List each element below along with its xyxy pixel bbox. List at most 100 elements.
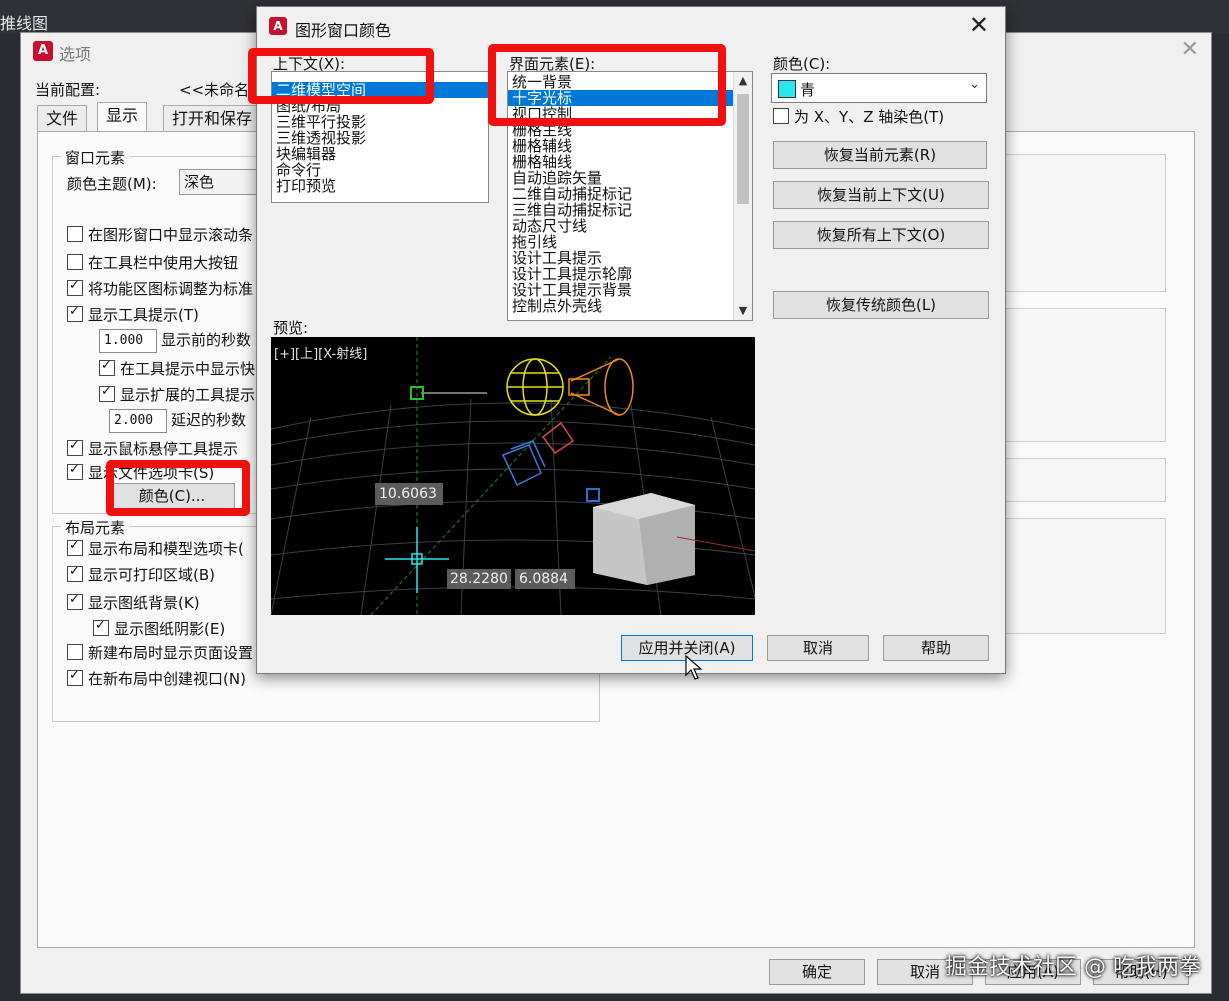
- background-window-title: 推线图: [0, 14, 49, 33]
- checkbox-label: 显示扩展的工具提示: [120, 385, 256, 404]
- crosshair-cursor: [385, 527, 449, 593]
- checkbox-row[interactable]: 在工具提示中显示快: [99, 357, 255, 379]
- checkbox[interactable]: [99, 384, 115, 402]
- checkbox[interactable]: [67, 538, 83, 556]
- checkbox[interactable]: [67, 592, 83, 610]
- checkbox[interactable]: [67, 644, 83, 660]
- viewport-label: [+][上][X-射线]: [274, 347, 368, 362]
- checkbox-row[interactable]: 将功能区图标调整为标准: [67, 277, 253, 299]
- checkbox-label: 显示图纸阴影(E): [114, 619, 226, 638]
- restore-classic-button[interactable]: 恢复传统颜色(L): [773, 291, 989, 319]
- element-list-item[interactable]: 拖引线: [508, 234, 734, 250]
- checkbox[interactable]: [99, 358, 115, 376]
- restore-element-button[interactable]: 恢复当前元素(R): [773, 141, 987, 169]
- tooltip-delay-input[interactable]: 1.000: [99, 329, 157, 353]
- checkbox[interactable]: [773, 108, 789, 124]
- element-list-item[interactable]: 二维自动捕捉标记: [508, 186, 734, 202]
- highlight-context-box: [248, 48, 434, 104]
- highlight-colors-button: [106, 460, 250, 516]
- sphere-wireframe: [506, 358, 564, 416]
- checkbox-row[interactable]: 显示图纸阴影(E): [93, 617, 225, 639]
- checkbox-label: 在新布局中创建视口(N): [88, 669, 246, 688]
- checkbox-row[interactable]: 显示图纸背景(K): [67, 591, 200, 613]
- checkbox-label: 将功能区图标调整为标准: [88, 279, 254, 298]
- watermark-text: 掘金技术社区 @ 吃我两拳: [945, 955, 1201, 980]
- tab-files[interactable]: 文件: [37, 105, 88, 132]
- element-list-item[interactable]: 栅格辅线: [508, 138, 734, 154]
- help-button[interactable]: 帮助: [883, 635, 989, 661]
- context-list-item[interactable]: 三维透视投影: [272, 130, 488, 146]
- checkbox[interactable]: [67, 278, 83, 296]
- element-list-item[interactable]: 栅格轴线: [508, 154, 734, 170]
- checkbox-row[interactable]: 显示可打印区域(B): [67, 563, 215, 585]
- checkbox[interactable]: [67, 254, 83, 270]
- checkbox[interactable]: [93, 618, 109, 636]
- profile-value: <<未命名: [179, 81, 250, 99]
- close-icon[interactable]: ✕: [969, 11, 989, 39]
- solid-cube: [593, 493, 695, 585]
- preview-scene: [271, 337, 755, 615]
- cancel-button[interactable]: 取消: [767, 635, 869, 661]
- tooltip-delay-label: 显示前的秒数: [161, 331, 252, 349]
- color-select[interactable]: 青 ⌄: [771, 73, 987, 103]
- restore-context-button[interactable]: 恢复当前上下文(U): [773, 181, 989, 209]
- chevron-down-icon: ⌄: [969, 77, 980, 92]
- right-group-box: [988, 458, 1166, 502]
- autocad-app-icon: A: [269, 17, 287, 35]
- checkbox-label: 显示可打印区域(B): [88, 565, 215, 584]
- ok-button[interactable]: 确定: [769, 959, 865, 985]
- checkbox-row[interactable]: 显示扩展的工具提示: [99, 383, 255, 405]
- element-scrollbar[interactable]: ▲ ▼: [733, 72, 752, 320]
- element-list-item[interactable]: 控制点外壳线: [508, 298, 734, 314]
- grip-square: [586, 488, 600, 502]
- checkbox-label: 新建布局时显示页面设置: [88, 643, 254, 662]
- context-list-item[interactable]: 打印预览: [272, 178, 488, 194]
- element-list-item[interactable]: 设计工具提示: [508, 250, 734, 266]
- context-list-item[interactable]: 块编辑器: [272, 146, 488, 162]
- extended-delay-input[interactable]: 2.000: [109, 409, 167, 433]
- checkbox-label: 显示布局和模型选项卡(: [88, 539, 244, 558]
- color-scheme-label: 颜色主题(M):: [67, 175, 157, 193]
- checkbox-row[interactable]: 在图形窗口中显示滚动条: [67, 223, 253, 245]
- checkbox[interactable]: [67, 304, 83, 322]
- context-list-item[interactable]: 命令行: [272, 162, 488, 178]
- checkbox-row[interactable]: 在新布局中创建视口(N): [67, 667, 246, 689]
- dimension-value: 6.0884: [519, 571, 568, 587]
- checkbox-row[interactable]: 在工具栏中使用大按钮: [67, 251, 238, 273]
- element-list-item[interactable]: 动态尺寸线: [508, 218, 734, 234]
- checkbox-label: 显示图纸背景(K): [88, 593, 200, 612]
- scroll-thumb[interactable]: [737, 94, 749, 204]
- checkbox-row[interactable]: 显示工具提示(T): [67, 303, 199, 325]
- checkbox[interactable]: [67, 564, 83, 582]
- highlight-element-box: [488, 44, 726, 126]
- checkbox-row[interactable]: 新建布局时显示页面设置: [67, 641, 253, 663]
- checkbox-row[interactable]: 显示鼠标悬停工具提示: [67, 437, 238, 459]
- checkbox[interactable]: [67, 438, 83, 456]
- close-icon[interactable]: ✕: [1181, 37, 1199, 62]
- autocad-app-icon: A: [33, 41, 53, 61]
- checkbox[interactable]: [67, 462, 83, 480]
- tint-axes-checkbox-row[interactable]: 为 X、Y、Z 轴染色(T): [773, 105, 944, 127]
- checkbox[interactable]: [67, 668, 83, 686]
- element-list-item[interactable]: 设计工具提示轮廓: [508, 266, 734, 282]
- chevron-down-icon[interactable]: ▼: [734, 302, 752, 320]
- dimension-value: 28.2280: [450, 571, 508, 587]
- profile-label: 当前配置:: [35, 81, 101, 99]
- tab-open-save[interactable]: 打开和保存: [163, 105, 262, 132]
- preview-label: 预览:: [273, 319, 309, 337]
- tab-display[interactable]: 显示: [97, 102, 148, 133]
- chevron-up-icon[interactable]: ▲: [734, 72, 752, 90]
- context-list-item[interactable]: 三维平行投影: [272, 114, 488, 130]
- color-swatch: [778, 80, 796, 98]
- right-group-box: [988, 154, 1166, 292]
- element-list-item[interactable]: 三维自动捕捉标记: [508, 202, 734, 218]
- red-box-wireframe: [541, 421, 575, 455]
- element-list-item[interactable]: 设计工具提示背景: [508, 282, 734, 298]
- checkbox-row[interactable]: 显示布局和模型选项卡(: [67, 537, 244, 559]
- element-list-item[interactable]: 自动追踪矢量: [508, 170, 734, 186]
- checkbox[interactable]: [67, 226, 83, 242]
- restore-all-button[interactable]: 恢复所有上下文(O): [773, 221, 989, 249]
- checkbox-label: 为 X、Y、Z 轴染色(T): [794, 107, 945, 126]
- extended-delay-label: 延迟的秒数: [171, 411, 247, 429]
- color-value: 青: [800, 81, 816, 99]
